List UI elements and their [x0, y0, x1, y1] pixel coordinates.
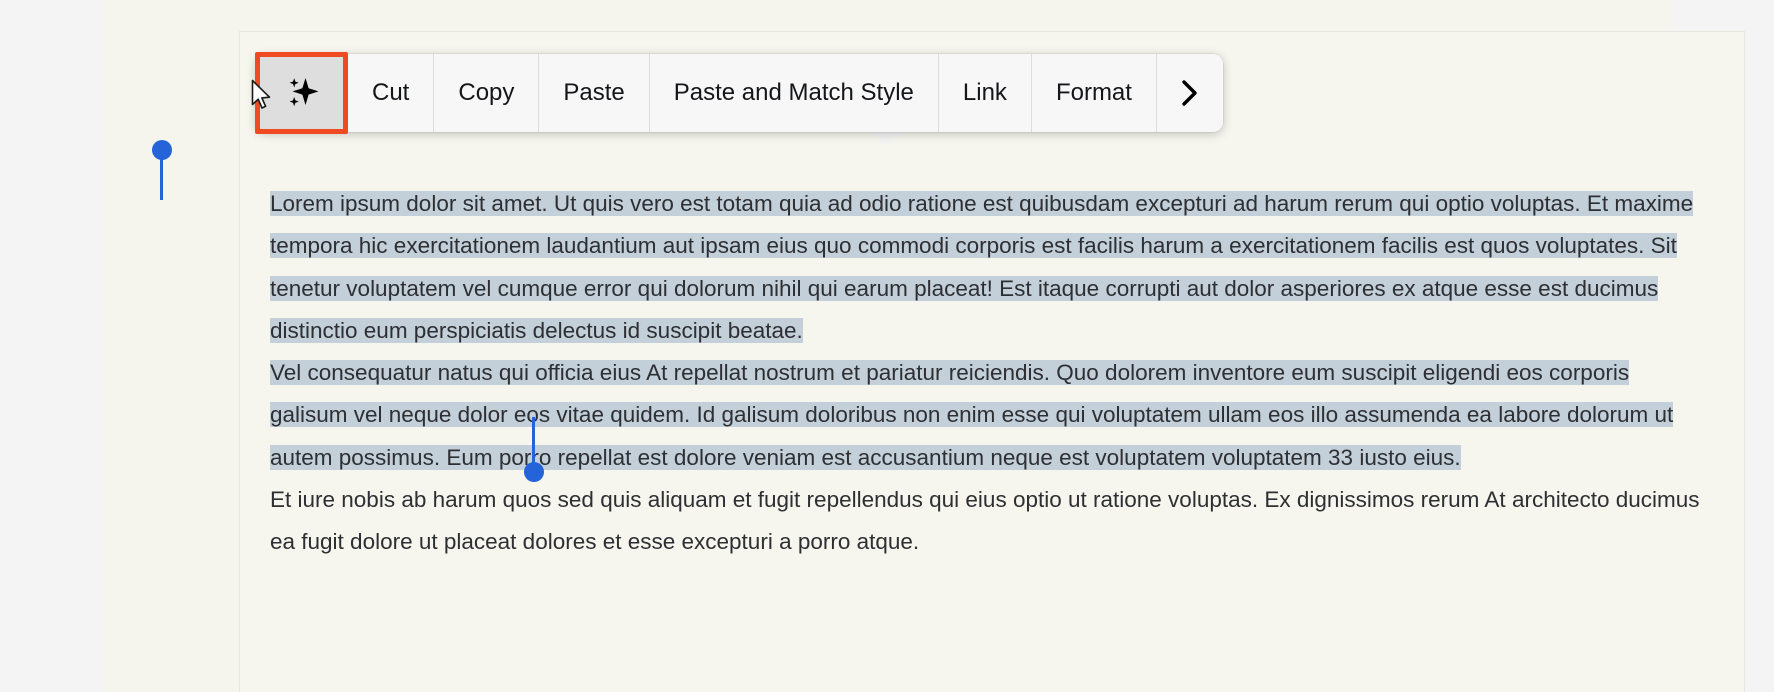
paragraph-3[interactable]: Et iure nobis ab harum quos sed quis ali… — [270, 479, 1710, 564]
toolbar-item-copy[interactable]: Copy — [434, 54, 540, 132]
selection-end-stem — [532, 417, 535, 467]
toolbar-item-label: Format — [1055, 79, 1132, 106]
toolbar-item-label: Link — [962, 79, 1007, 106]
toolbar-item-more[interactable] — [1156, 54, 1223, 132]
document-body[interactable]: Lorem ipsum dolor sit amet. Ut quis vero… — [270, 183, 1710, 564]
selected-text-2: Vel consequatur natus qui officia eius A… — [270, 360, 1674, 470]
toolbar-item-paste[interactable]: Paste — [539, 54, 650, 132]
paragraph-1[interactable]: Lorem ipsum dolor sit amet. Ut quis vero… — [270, 183, 1710, 352]
chevron-right-icon — [1179, 78, 1201, 108]
toolbar-item-cut[interactable]: Cut — [348, 54, 435, 132]
toolbar-item-paste-and-match-style[interactable]: Paste and Match Style — [649, 54, 939, 132]
toolbar-item-label: Cut — [372, 79, 410, 106]
selected-text-1: Lorem ipsum dolor sit amet. Ut quis vero… — [270, 191, 1694, 343]
mouse-cursor — [251, 79, 273, 118]
toolbar-item-link[interactable]: Link — [938, 54, 1032, 132]
toolbar-item-label: Paste and Match Style — [673, 79, 914, 106]
selection-start-stem — [160, 150, 163, 200]
paragraph-2[interactable]: Vel consequatur natus qui officia eius A… — [270, 352, 1710, 479]
toolbar-item-label: Copy — [458, 79, 515, 106]
toolbar-item-label: Paste — [563, 79, 625, 106]
sparkle-icon — [283, 74, 321, 112]
toolbar-item-format[interactable]: Format — [1031, 54, 1157, 132]
selection-end-knob[interactable] — [524, 462, 544, 482]
app-root: Lorem Lorem ipsum dolor sit amet. Ut qui… — [0, 0, 1774, 692]
context-toolbar: Cut Copy Paste Paste and Match Style Lin… — [256, 54, 1223, 132]
